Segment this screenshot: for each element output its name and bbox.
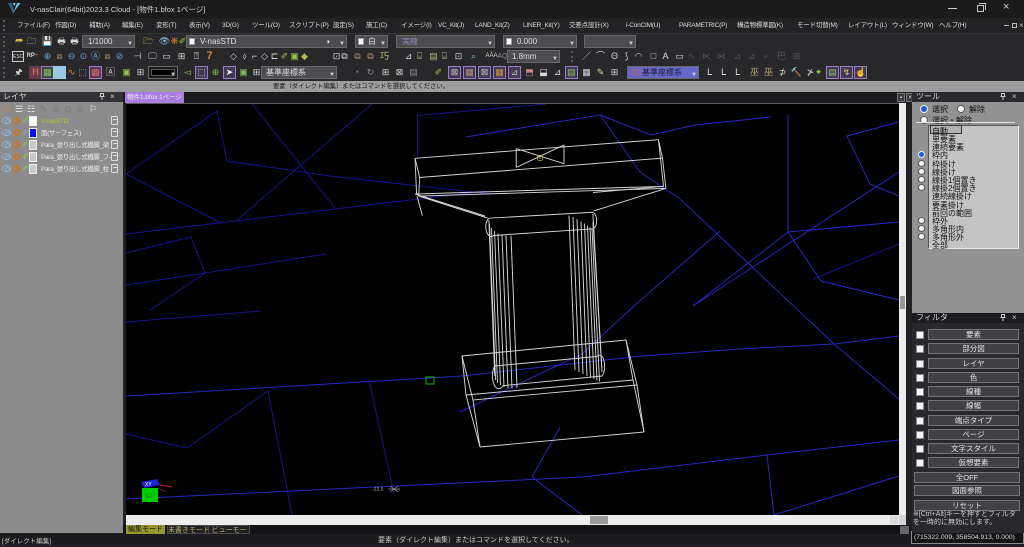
svg-text:XZ: XZ — [145, 494, 153, 500]
svg-text:-23.5: -23.5 — [372, 487, 384, 493]
svg-text:XY: XY — [145, 482, 152, 488]
